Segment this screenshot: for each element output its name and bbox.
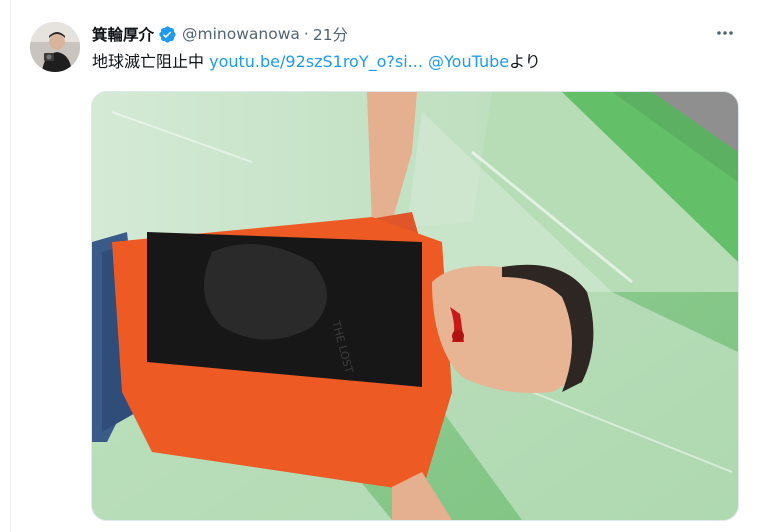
more-dots-icon[interactable] <box>714 22 736 44</box>
mention-link[interactable]: @YouTube <box>428 52 509 71</box>
verified-badge-icon <box>158 25 177 44</box>
avatar-image <box>30 22 80 72</box>
tweet-photo[interactable]: THE LOST <box>91 91 739 521</box>
handle[interactable]: @minowanowa <box>182 25 300 43</box>
tweet-link[interactable]: youtu.be/92szS1roY_o?si... <box>209 52 423 71</box>
tweet-header: 箕輪厚介 @minowanowa · 21分 <box>92 22 348 46</box>
photo-image: THE LOST <box>92 92 738 520</box>
tweet-text-suffix: より <box>509 52 541 71</box>
tweet-text-prefix: 地球滅亡阻止中 <box>92 52 210 71</box>
timestamp[interactable]: 21分 <box>313 23 348 45</box>
display-name[interactable]: 箕輪厚介 <box>92 23 154 45</box>
tweet-text: 地球滅亡阻止中 youtu.be/92szS1roY_o?si... @YouT… <box>92 50 541 74</box>
avatar[interactable] <box>30 22 80 72</box>
timeline-divider <box>10 0 11 532</box>
tweet[interactable]: 箕輪厚介 @minowanowa · 21分 地球滅亡阻止中 youtu.be/… <box>0 0 764 532</box>
separator-dot: · <box>303 25 309 43</box>
